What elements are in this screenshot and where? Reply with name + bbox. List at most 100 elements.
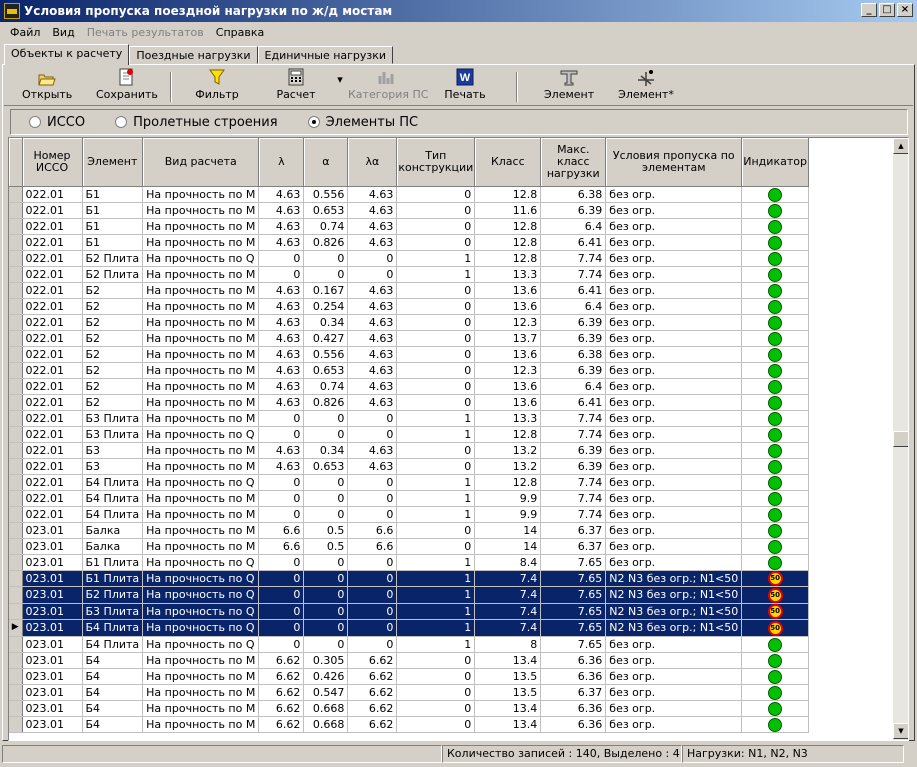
- row-indicator[interactable]: ▶: [9, 619, 23, 637]
- scroll-thumb[interactable]: [893, 431, 908, 447]
- row-indicator[interactable]: [9, 570, 23, 587]
- table-row[interactable]: 022.01 Б2 На прочность по М 4.63 0.74 4.63 0 13…: [9, 378, 809, 395]
- menu-view[interactable]: Вид: [46, 26, 80, 39]
- row-indicator[interactable]: [9, 250, 23, 267]
- table-row[interactable]: 022.01 Б3 Плита На прочность по М 0 0 0 1 13.3 7…: [9, 410, 809, 427]
- element-button[interactable]: Элемент: [544, 68, 594, 104]
- row-indicator[interactable]: [9, 266, 23, 283]
- row-indicator[interactable]: [9, 426, 23, 443]
- row-indicator[interactable]: [9, 218, 23, 235]
- table-row[interactable]: 023.01 Б4 На прочность по М 6.62 0.547 6.62 0 1…: [9, 684, 809, 701]
- row-indicator[interactable]: [9, 346, 23, 363]
- table-row[interactable]: 022.01 Б2 На прочность по М 4.63 0.167 4.63 0 1…: [9, 282, 809, 299]
- maximize-button[interactable]: □: [879, 3, 895, 17]
- row-indicator[interactable]: [9, 394, 23, 411]
- row-indicator[interactable]: [9, 234, 23, 251]
- table-row[interactable]: 023.01 Б3 Плита На прочность по Q 0 0 0 1 7.4 7.…: [9, 603, 809, 620]
- table-row[interactable]: 023.01 Балка На прочность по М 6.6 0.5 6.6 0 14…: [9, 522, 809, 539]
- table-row[interactable]: 023.01 Б2 Плита На прочность по Q 0 0 0 1 7.4 7.…: [9, 586, 809, 604]
- table-row[interactable]: 023.01 Балка На прочность по М 6.6 0.5 6.6 0 14…: [9, 538, 809, 555]
- table-row[interactable]: ▶ 023.01 Б4 Плита На прочность по Q 0 0 0 1 7.4 7…: [9, 619, 809, 637]
- table-row[interactable]: 022.01 Б1 На прочность по М 4.63 0.653 4.63 0 1…: [9, 202, 809, 219]
- table-row[interactable]: 023.01 Б4 На прочность по М 6.62 0.305 6.62 0 1…: [9, 652, 809, 669]
- calc-button[interactable]: Расчет: [274, 68, 318, 104]
- table-row[interactable]: 023.01 Б4 На прочность по М 6.62 0.426 6.62 0 1…: [9, 668, 809, 685]
- radio-elements[interactable]: Элементы ПС: [307, 115, 418, 130]
- filter-button[interactable]: Фильтр: [194, 68, 240, 104]
- scroll-up-button[interactable]: ▲: [893, 138, 908, 154]
- calc-dropdown[interactable]: ▾: [335, 68, 345, 104]
- tab-objects[interactable]: Объекты к расчету: [4, 44, 130, 65]
- table-row[interactable]: 022.01 Б1 На прочность по М 4.63 0.826 4.63 0 1…: [9, 234, 809, 251]
- row-indicator[interactable]: [9, 298, 23, 315]
- table-row[interactable]: 022.01 Б4 Плита На прочность по Q 0 0 0 1 12.8 7…: [9, 474, 809, 491]
- row-indicator[interactable]: [9, 716, 23, 733]
- col-max-load-class-header[interactable]: Макс. класс нагрузки: [540, 138, 607, 187]
- row-indicator[interactable]: [9, 586, 23, 604]
- table-row[interactable]: 022.01 Б2 На прочность по М 4.63 0.427 4.63 0 1…: [9, 330, 809, 347]
- col-lambda-alpha-header[interactable]: λα: [347, 138, 398, 187]
- row-indicator[interactable]: [9, 282, 23, 299]
- col-pass-conditions-header[interactable]: Условия пропуска по элементам: [605, 138, 743, 187]
- row-indicator[interactable]: [9, 684, 23, 701]
- radio-spans[interactable]: Пролетные строения: [115, 115, 278, 130]
- row-indicator[interactable]: [9, 378, 23, 395]
- tab-train-loads[interactable]: Поездные нагрузки: [129, 46, 258, 64]
- col-calc-type-header[interactable]: Вид расчета: [142, 138, 260, 187]
- radio-isso[interactable]: ИССО: [29, 115, 85, 130]
- col-element-header[interactable]: Элемент: [82, 138, 144, 187]
- row-indicator[interactable]: [9, 410, 23, 427]
- row-indicator[interactable]: [9, 668, 23, 685]
- table-row[interactable]: 022.01 Б3 Плита На прочность по Q 0 0 0 1 12.8 7…: [9, 426, 809, 443]
- table-row[interactable]: 023.01 Б4 На прочность по М 6.62 0.668 6.62 0 1…: [9, 716, 809, 733]
- table-row[interactable]: 022.01 Б2 Плита На прочность по М 0 0 0 1 13.3 7…: [9, 266, 809, 283]
- col-lambda-header[interactable]: λ: [258, 138, 305, 187]
- open-button[interactable]: Открыть: [22, 68, 72, 104]
- row-indicator[interactable]: [9, 458, 23, 475]
- scroll-down-button[interactable]: ▼: [893, 723, 908, 739]
- col-class-header[interactable]: Класс: [474, 138, 542, 187]
- row-indicator[interactable]: [9, 362, 23, 379]
- minimize-button[interactable]: _: [861, 3, 877, 17]
- row-indicator[interactable]: [9, 506, 23, 523]
- print-button[interactable]: W Печать: [444, 68, 486, 104]
- row-indicator[interactable]: [9, 490, 23, 507]
- col-construction-type-header[interactable]: Тип конструкции: [396, 138, 476, 187]
- table-row[interactable]: 022.01 Б3 На прочность по М 4.63 0.653 4.63 0 1…: [9, 458, 809, 475]
- table-row[interactable]: 022.01 Б2 На прочность по М 4.63 0.653 4.63 0 1…: [9, 362, 809, 379]
- row-indicator[interactable]: [9, 603, 23, 620]
- table-row[interactable]: 022.01 Б4 Плита На прочность по М 0 0 0 1 9.9 7.…: [9, 490, 809, 507]
- col-indicator-header[interactable]: Индикатор: [741, 138, 809, 187]
- table-row[interactable]: 022.01 Б3 На прочность по М 4.63 0.34 4.63 0 13…: [9, 442, 809, 459]
- close-button[interactable]: ×: [897, 3, 913, 17]
- table-row[interactable]: 022.01 Б2 На прочность по М 4.63 0.826 4.63 0 1…: [9, 394, 809, 411]
- row-indicator[interactable]: [9, 474, 23, 491]
- save-button[interactable]: Сохранить: [96, 68, 158, 104]
- table-row[interactable]: 022.01 Б4 Плита На прочность по М 0 0 0 1 9.9 7.…: [9, 506, 809, 523]
- table-row[interactable]: 022.01 Б2 На прочность по М 4.63 0.556 4.63 0 1…: [9, 346, 809, 363]
- menu-print-results[interactable]: Печать результатов: [81, 26, 210, 39]
- table-row[interactable]: 022.01 Б1 На прочность по М 4.63 0.556 4.63 0 1…: [9, 186, 809, 203]
- vertical-scrollbar[interactable]: ▲ ▼: [893, 138, 908, 740]
- table-row[interactable]: 022.01 Б2 Плита На прочность по Q 0 0 0 1 12.8 7…: [9, 250, 809, 267]
- table-row[interactable]: 022.01 Б1 На прочность по М 4.63 0.74 4.63 0 12…: [9, 218, 809, 235]
- table-row[interactable]: 023.01 Б1 Плита На прочность по Q 0 0 0 1 8.4 7.…: [9, 554, 809, 571]
- table-row[interactable]: 023.01 Б4 Плита На прочность по Q 0 0 0 1 8 7.65…: [9, 636, 809, 653]
- row-indicator[interactable]: [9, 554, 23, 571]
- row-indicator[interactable]: [9, 186, 23, 203]
- row-indicator[interactable]: [9, 652, 23, 669]
- col-isso-number-header[interactable]: Номер ИССО: [22, 138, 83, 187]
- menu-file[interactable]: Файл: [4, 26, 46, 39]
- category-button[interactable]: Категория ПС: [348, 68, 428, 104]
- table-row[interactable]: 023.01 Б4 На прочность по М 6.62 0.668 6.62 0 1…: [9, 700, 809, 717]
- row-indicator[interactable]: [9, 636, 23, 653]
- row-indicator[interactable]: [9, 314, 23, 331]
- table-row[interactable]: 022.01 Б2 На прочность по М 4.63 0.254 4.63 0 1…: [9, 298, 809, 315]
- element-star-button[interactable]: Элемент*: [618, 68, 674, 104]
- tab-unit-loads[interactable]: Единичные нагрузки: [257, 46, 394, 64]
- table-row[interactable]: 022.01 Б2 На прочность по М 4.63 0.34 4.63 0 12…: [9, 314, 809, 331]
- row-indicator[interactable]: [9, 442, 23, 459]
- row-indicator[interactable]: [9, 330, 23, 347]
- menu-help[interactable]: Справка: [210, 26, 270, 39]
- table-row[interactable]: 023.01 Б1 Плита На прочность по Q 0 0 0 1 7.4 7.…: [9, 570, 809, 587]
